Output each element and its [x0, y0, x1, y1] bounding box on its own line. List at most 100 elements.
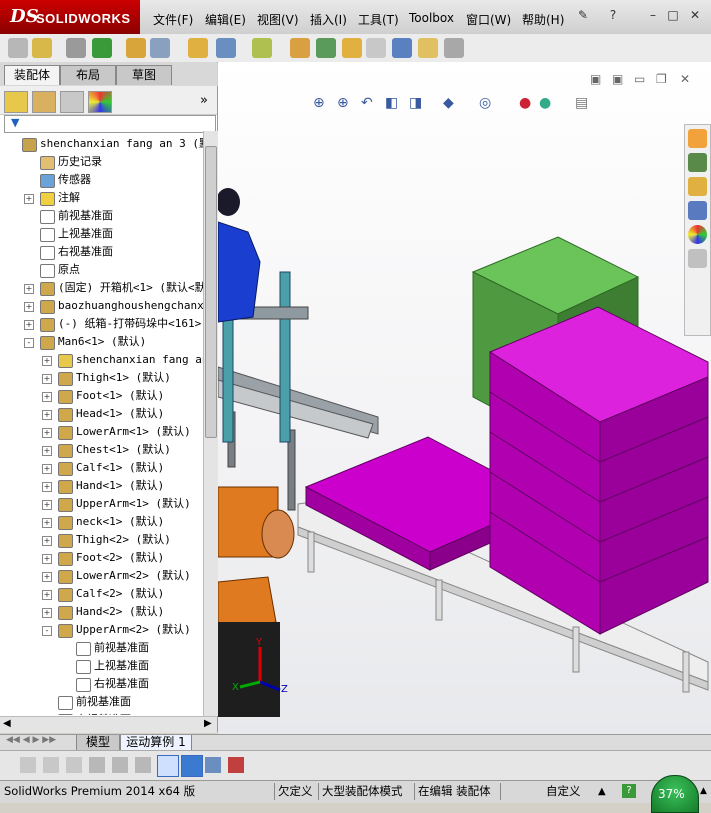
expand-icon[interactable]: + — [42, 590, 52, 600]
tool-2-icon[interactable] — [43, 757, 59, 773]
expand-icon[interactable]: + — [24, 302, 34, 312]
bom-icon[interactable] — [342, 38, 362, 58]
filter-icon[interactable]: ▼ — [11, 116, 19, 129]
expand-icon[interactable]: + — [42, 356, 52, 366]
expand-icon[interactable]: + — [42, 536, 52, 546]
snapshot-icon[interactable] — [444, 38, 464, 58]
pin-icon[interactable]: ✎ — [574, 8, 592, 26]
viewport-close-icon[interactable]: ✕ — [680, 72, 690, 86]
menu-file[interactable]: 文件(F) — [153, 11, 193, 28]
expand-icon[interactable]: + — [42, 500, 52, 510]
expand-panel-icon[interactable]: » — [200, 93, 208, 108]
tree-item[interactable]: + shenchanxian fang an 3 — [0, 351, 203, 369]
table-icon[interactable] — [205, 757, 221, 773]
help-button[interactable]: ? — [604, 8, 622, 26]
viewport-tile-icon[interactable]: ▣ — [590, 72, 601, 86]
box-view-icon[interactable] — [181, 755, 203, 777]
collapse-icon[interactable]: - — [42, 626, 52, 636]
tool-3-icon[interactable] — [66, 757, 82, 773]
exploded-view-icon[interactable] — [366, 38, 386, 58]
expand-icon[interactable]: + — [24, 320, 34, 330]
expand-icon[interactable]: + — [42, 482, 52, 492]
tree-item[interactable]: + Calf<2> (默认) — [0, 585, 203, 603]
paperclip-icon[interactable] — [66, 38, 86, 58]
property-manager-icon[interactable] — [32, 91, 56, 113]
expand-icon[interactable]: + — [42, 572, 52, 582]
hide-show-items-icon[interactable]: ◎ — [479, 95, 491, 111]
tool-5-icon[interactable] — [112, 757, 128, 773]
tree-item[interactable]: + (固定) 开箱机<1> (默认<默认 — [0, 279, 203, 297]
tree-item[interactable]: 上视基准面 — [0, 657, 203, 675]
expand-icon[interactable]: + — [24, 284, 34, 294]
expand-icon[interactable]: + — [42, 554, 52, 564]
tree-item[interactable]: 传感器 — [0, 171, 203, 189]
view-settings-icon[interactable]: ▤ — [575, 95, 588, 111]
design-library-icon[interactable] — [688, 153, 707, 172]
section-view-icon[interactable]: ◧ — [385, 95, 398, 111]
smart-fasteners-icon[interactable] — [188, 38, 208, 58]
instant3d-icon[interactable] — [392, 38, 412, 58]
new-icon[interactable] — [8, 38, 28, 58]
tree-item[interactable]: 右视基准面 — [0, 675, 203, 693]
tree-item[interactable]: + baozhuanghoushengchanxian< — [0, 297, 203, 315]
apply-scene-icon[interactable]: ● — [539, 95, 551, 111]
custom-properties-icon[interactable] — [688, 249, 707, 268]
tool-1-icon[interactable] — [20, 757, 36, 773]
tree-item[interactable]: 前视基准面 — [0, 207, 203, 225]
expand-icon[interactable]: + — [42, 374, 52, 384]
status-arrow-icon[interactable]: ▲ — [700, 784, 707, 799]
tree-item[interactable]: + Hand<2> (默认) — [0, 603, 203, 621]
viewport-minimize-icon[interactable]: ▭ — [634, 72, 645, 86]
status-units[interactable]: 自定义 — [546, 784, 581, 799]
tree-item[interactable]: + Foot<2> (默认) — [0, 549, 203, 567]
tree-item[interactable]: 上视基准面 — [0, 711, 203, 715]
previous-view-icon[interactable]: ↶ — [361, 95, 373, 111]
menu-toolbox[interactable]: Toolbox — [409, 11, 454, 25]
tree-item[interactable]: + Calf<1> (默认) — [0, 459, 203, 477]
view-palette-icon[interactable] — [688, 201, 707, 220]
tree-scroll-thumb[interactable] — [205, 146, 217, 438]
graphics-area[interactable]: Y Z X ▣ ▣ ▭ ❐ ✕ ⊕ ⊕ ↶ ◧ ◨ ◆ ◎ ● ● ▤ — [218, 62, 711, 734]
menu-view[interactable]: 视图(V) — [257, 11, 299, 28]
tool-4-icon[interactable] — [89, 757, 105, 773]
expand-icon[interactable]: + — [42, 464, 52, 474]
edit-appearance-icon[interactable]: ● — [519, 95, 531, 111]
tree-item[interactable]: 前视基准面 — [0, 693, 203, 711]
tree-item[interactable]: shenchanxian fang an 3 (默认< — [0, 135, 203, 153]
plane-view-icon[interactable] — [157, 755, 179, 777]
menu-insert[interactable]: 插入(I) — [310, 11, 347, 28]
open-icon[interactable] — [32, 38, 52, 58]
expand-icon[interactable]: + — [42, 518, 52, 528]
viewport-restore-icon[interactable]: ❐ — [656, 72, 667, 86]
tab-model[interactable]: 模型 — [76, 735, 120, 751]
scroll-left-icon[interactable]: ◀ — [3, 718, 11, 729]
tree-item[interactable]: 上视基准面 — [0, 225, 203, 243]
tree-item[interactable]: + Chest<1> (默认) — [0, 441, 203, 459]
tree-item[interactable]: + UpperArm<1> (默认) — [0, 495, 203, 513]
tab-sketch[interactable]: 草图 — [116, 65, 172, 85]
expand-icon[interactable]: + — [42, 410, 52, 420]
tree-item[interactable]: 前视基准面 — [0, 639, 203, 657]
tree-horizontal-scrollbar[interactable]: ◀ ▶ — [0, 716, 217, 733]
reference-geometry-icon[interactable] — [290, 38, 310, 58]
mate-icon[interactable] — [92, 38, 112, 58]
tree-item[interactable]: + (-) 纸箱-打带码垛中<161> ( — [0, 315, 203, 333]
minimize-button[interactable]: – — [644, 8, 662, 26]
tree-item[interactable]: - UpperArm<2> (默认) — [0, 621, 203, 639]
scroll-right-icon[interactable]: ▶ — [204, 718, 212, 729]
tree-item[interactable]: + 注解 — [0, 189, 203, 207]
maximize-button[interactable]: □ — [664, 8, 682, 26]
expand-icon[interactable]: + — [42, 428, 52, 438]
tree-item[interactable]: 右视基准面 — [0, 243, 203, 261]
viewport-split-icon[interactable]: ▣ — [612, 72, 623, 86]
component-icon[interactable] — [126, 38, 146, 58]
configuration-manager-icon[interactable] — [60, 91, 84, 113]
tree-item[interactable]: + Thigh<1> (默认) — [0, 369, 203, 387]
tree-item[interactable]: + Thigh<2> (默认) — [0, 531, 203, 549]
speedpak-icon[interactable] — [418, 38, 438, 58]
expand-icon[interactable]: + — [24, 194, 34, 204]
solidworks-logo[interactable]: DS SOLIDWORKS — [0, 0, 140, 34]
home-icon[interactable] — [688, 129, 707, 148]
collapse-icon[interactable]: - — [24, 338, 34, 348]
zoom-to-fit-icon[interactable]: ⊕ — [313, 95, 325, 111]
